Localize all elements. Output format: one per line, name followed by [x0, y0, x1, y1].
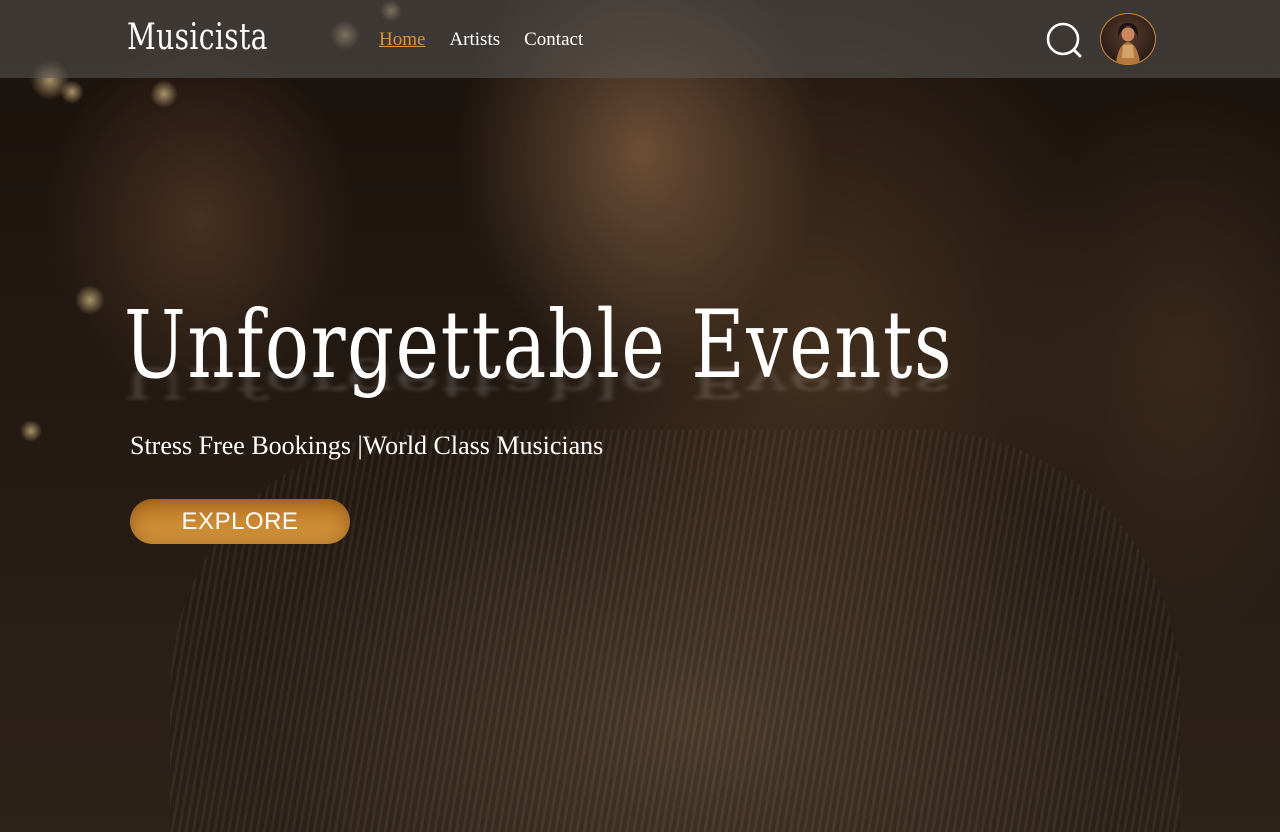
explore-button[interactable]: EXPLORE: [130, 499, 350, 544]
navbar: Musicista Home Artists Contact: [0, 0, 1280, 78]
avatar[interactable]: [1100, 13, 1156, 65]
nav-link-home[interactable]: Home: [379, 28, 425, 52]
nav-links: Home Artists Contact: [379, 28, 583, 52]
nav-link-artists[interactable]: Artists: [449, 28, 500, 52]
brand-logo[interactable]: Musicista: [127, 14, 268, 62]
hero-title: Unforgettable Events: [124, 291, 954, 400]
hero-background-image: [0, 0, 1280, 832]
search-icon: [1046, 22, 1082, 58]
avatar-image: [1116, 23, 1140, 64]
nav-link-contact[interactable]: Contact: [524, 28, 583, 52]
hero-subtitle: Stress Free Bookings |World Class Musici…: [130, 431, 604, 460]
search-button[interactable]: [1045, 21, 1083, 59]
